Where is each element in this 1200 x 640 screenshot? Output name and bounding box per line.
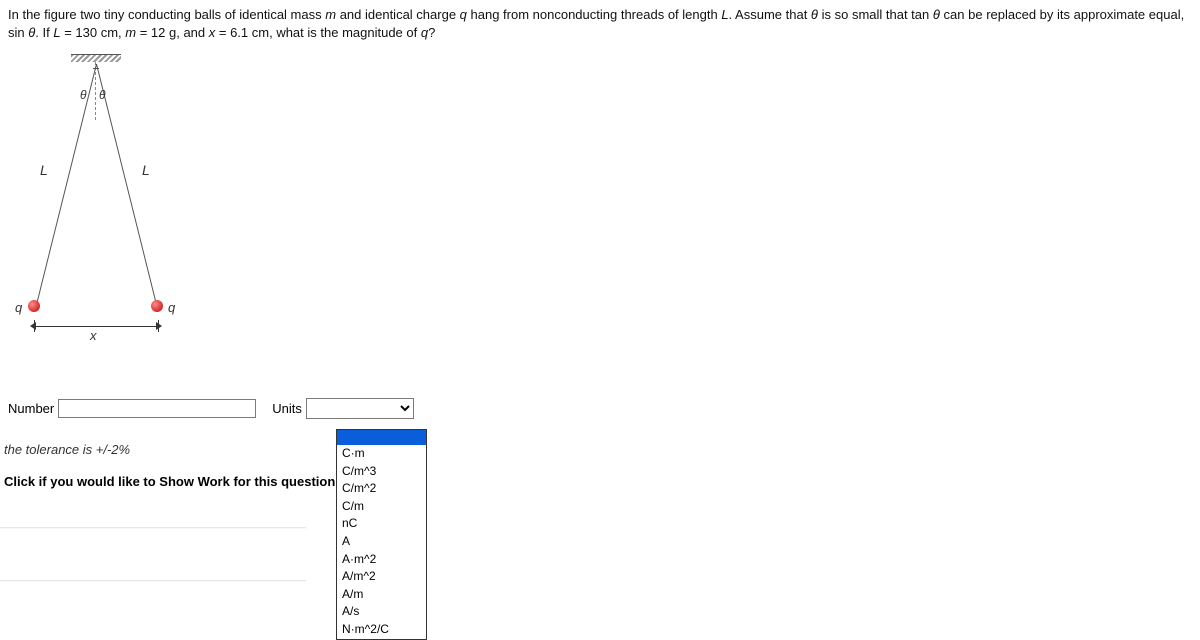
text: = 12 g, and — [136, 25, 209, 40]
charge-left-label: q — [15, 300, 22, 315]
text: . Assume that — [729, 7, 811, 22]
units-label: Units — [272, 401, 302, 416]
length-right-label: L — [142, 162, 150, 178]
var-theta: θ — [811, 7, 818, 22]
text: ? — [428, 25, 435, 40]
show-work-link[interactable]: Click if you would like to Show Work for… — [4, 474, 340, 489]
var-theta: θ — [933, 7, 940, 22]
units-option[interactable]: A/s — [337, 603, 426, 621]
ceiling-hatch — [71, 54, 121, 62]
x-arrow-right-icon — [156, 322, 162, 330]
units-option[interactable]: A·m^2 — [337, 551, 426, 569]
text: . If — [35, 25, 53, 40]
x-label: x — [90, 328, 97, 343]
units-select[interactable] — [306, 398, 414, 419]
number-label: Number — [8, 401, 54, 416]
length-left-label: L — [40, 162, 48, 178]
problem-statement: In the figure two tiny conducting balls … — [0, 0, 1200, 46]
text: is so small that tan — [818, 7, 933, 22]
units-option[interactable]: N·m^2/C — [337, 621, 426, 639]
var-L: L — [721, 7, 728, 22]
tolerance-note: the tolerance is +/-2% — [4, 442, 130, 457]
text: hang from nonconducting threads of lengt… — [467, 7, 721, 22]
var-m: m — [325, 7, 336, 22]
theta-left-label: θ — [80, 88, 87, 102]
text: = 130 cm, — [61, 25, 126, 40]
physics-figure: θ θ L L q q x — [6, 50, 206, 350]
units-option[interactable]: A/m^2 — [337, 568, 426, 586]
units-option[interactable]: A — [337, 533, 426, 551]
theta-right-label: θ — [99, 88, 106, 102]
units-option[interactable]: A/m — [337, 586, 426, 604]
ball-right-icon — [151, 300, 163, 312]
ball-left-icon — [28, 300, 40, 312]
text: = 6.1 cm, what is the magnitude of — [215, 25, 421, 40]
units-option[interactable]: nC — [337, 515, 426, 533]
units-option-blank[interactable] — [337, 430, 426, 445]
number-input[interactable] — [58, 399, 256, 418]
text: In the figure two tiny conducting balls … — [8, 7, 325, 22]
thread-left — [36, 64, 97, 307]
units-option[interactable]: C·m — [337, 445, 426, 463]
text: and identical charge — [336, 7, 460, 22]
var-L: L — [53, 25, 60, 40]
x-dimension-line — [34, 326, 158, 327]
charge-right-label: q — [168, 300, 175, 315]
var-m: m — [125, 25, 136, 40]
var-q: q — [421, 25, 428, 40]
units-option[interactable]: C/m^3 — [337, 463, 426, 481]
units-option[interactable]: C/m^2 — [337, 480, 426, 498]
divider — [0, 527, 306, 529]
units-dropdown-listbox[interactable]: C·m C/m^3 C/m^2 C/m nC A A·m^2 A/m^2 A/m… — [336, 429, 427, 640]
units-option[interactable]: C/m — [337, 498, 426, 516]
answer-row: Number Units — [8, 398, 414, 419]
divider — [0, 580, 306, 582]
var-q: q — [460, 7, 467, 22]
